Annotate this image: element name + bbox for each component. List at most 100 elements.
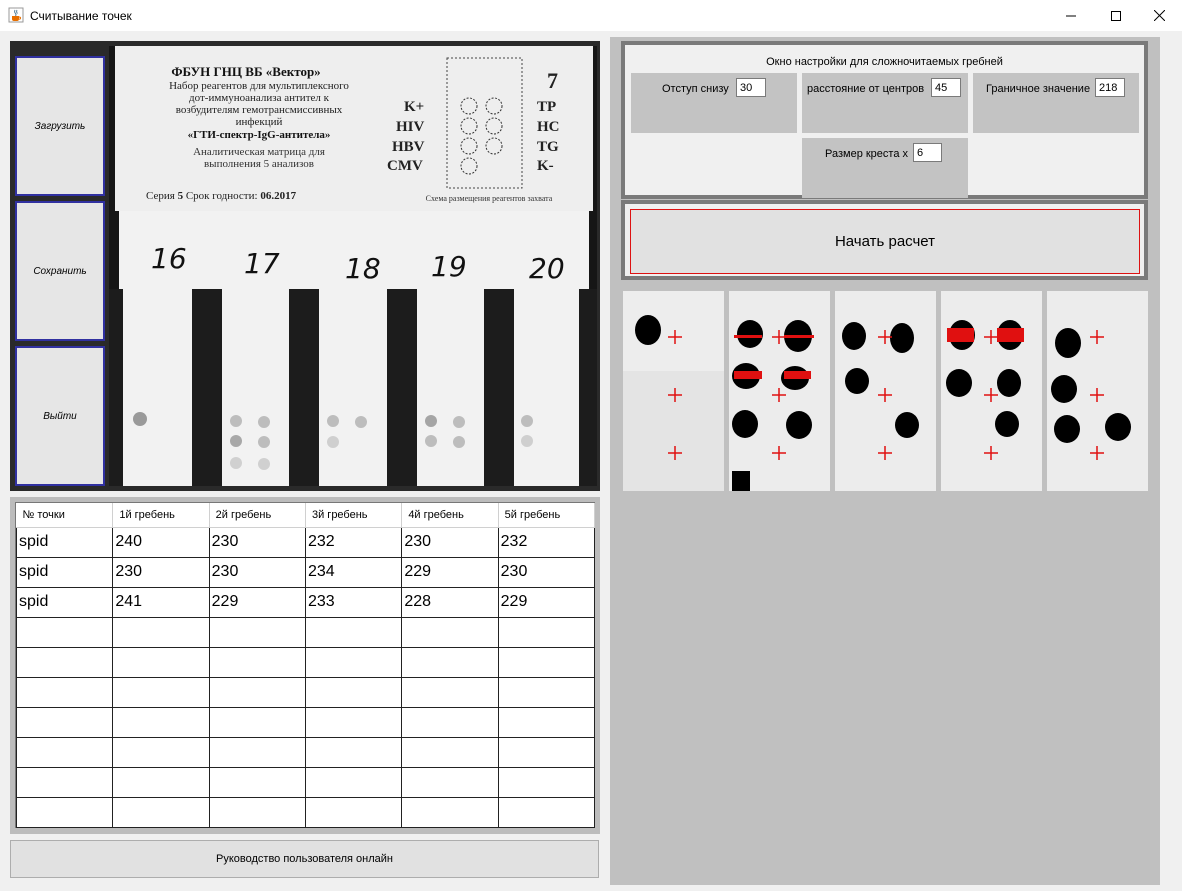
column-header[interactable]: 2й гребень bbox=[209, 503, 306, 528]
table-cell[interactable]: 241 bbox=[112, 586, 210, 618]
table-cell[interactable] bbox=[497, 676, 596, 708]
table-cell[interactable] bbox=[304, 706, 403, 738]
table-cell[interactable] bbox=[304, 796, 403, 828]
table-cell[interactable] bbox=[15, 766, 114, 798]
start-calculation-button[interactable]: Начать расчет bbox=[630, 209, 1140, 274]
cross-size-setting: Размер креста х bbox=[802, 138, 968, 198]
table-cell[interactable] bbox=[112, 706, 210, 738]
svg-text:Набор реагентов для мультиплек: Набор реагентов для мультиплексного bbox=[169, 80, 349, 92]
column-header[interactable]: № точки bbox=[16, 503, 114, 528]
table-row[interactable] bbox=[15, 706, 596, 738]
table-cell[interactable]: 228 bbox=[401, 586, 499, 618]
image-panel: Загрузить Сохранить Выйти ФБУН ГНЦ ВБ «В… bbox=[10, 41, 600, 491]
load-button[interactable]: Загрузить bbox=[15, 56, 105, 196]
start-frame: Начать расчет bbox=[621, 200, 1148, 280]
table-row[interactable]: spid 241 229 233 228 229 bbox=[15, 586, 596, 618]
close-button[interactable] bbox=[1136, 0, 1182, 31]
table-cell[interactable]: spid bbox=[15, 556, 114, 588]
table-cell[interactable] bbox=[112, 616, 210, 648]
table-cell[interactable]: 230 bbox=[208, 526, 306, 558]
table-cell[interactable] bbox=[304, 766, 403, 798]
table-cell[interactable] bbox=[401, 616, 499, 648]
table-cell[interactable] bbox=[15, 676, 114, 708]
table-cell[interactable] bbox=[208, 616, 306, 648]
table-cell[interactable] bbox=[497, 766, 596, 798]
table-cell[interactable] bbox=[497, 736, 596, 768]
save-button[interactable]: Сохранить bbox=[15, 201, 105, 341]
left-marker: K+ bbox=[404, 99, 424, 115]
table-cell[interactable] bbox=[401, 796, 499, 828]
table-cell[interactable]: 230 bbox=[112, 556, 210, 588]
table-cell[interactable]: 230 bbox=[208, 556, 306, 588]
table-cell[interactable]: 230 bbox=[401, 526, 499, 558]
table-cell[interactable] bbox=[15, 646, 114, 678]
table-cell[interactable]: 233 bbox=[304, 586, 403, 618]
svg-text:Серия 5 Срок годности: 06.2017: Серия 5 Срок годности: 06.2017 bbox=[146, 190, 297, 202]
table-cell[interactable] bbox=[497, 646, 596, 678]
table-cell[interactable]: 229 bbox=[208, 586, 306, 618]
table-row[interactable]: spid 240 230 232 230 232 bbox=[15, 526, 596, 558]
distance-input[interactable] bbox=[931, 78, 961, 97]
table-cell[interactable] bbox=[112, 736, 210, 768]
table-cell[interactable] bbox=[208, 766, 306, 798]
table-cell[interactable] bbox=[208, 736, 306, 768]
threshold-input[interactable] bbox=[1095, 78, 1125, 97]
table-cell[interactable] bbox=[208, 646, 306, 678]
table-cell[interactable]: 232 bbox=[497, 526, 596, 558]
table-cell[interactable]: 232 bbox=[304, 526, 403, 558]
table-cell[interactable] bbox=[15, 706, 114, 738]
table-row[interactable] bbox=[15, 766, 596, 798]
table-row[interactable] bbox=[15, 796, 596, 828]
comb-preview-4 bbox=[941, 291, 1042, 491]
table-cell[interactable] bbox=[208, 796, 306, 828]
column-header[interactable]: 3й гребень bbox=[305, 503, 403, 528]
table-cell[interactable] bbox=[304, 616, 403, 648]
table-cell[interactable] bbox=[401, 706, 499, 738]
table-cell[interactable]: 240 bbox=[112, 526, 210, 558]
svg-text:CMV: CMV bbox=[387, 158, 423, 174]
online-manual-button[interactable]: Руководство пользователя онлайн bbox=[10, 840, 599, 878]
table-cell[interactable]: spid bbox=[15, 586, 114, 618]
svg-text:возбудителям гемотрансмиссивны: возбудителям гемотрансмиссивных bbox=[176, 104, 343, 116]
table-cell[interactable]: 229 bbox=[497, 586, 596, 618]
table-cell[interactable] bbox=[15, 616, 114, 648]
table-cell[interactable]: spid bbox=[15, 526, 114, 558]
table-cell[interactable] bbox=[304, 676, 403, 708]
column-header[interactable]: 4й гребень bbox=[401, 503, 499, 528]
table-cell[interactable]: 230 bbox=[497, 556, 596, 588]
table-cell[interactable] bbox=[304, 736, 403, 768]
table-cell[interactable] bbox=[304, 646, 403, 678]
table-cell[interactable] bbox=[401, 766, 499, 798]
table-cell[interactable] bbox=[497, 706, 596, 738]
cross-size-input[interactable] bbox=[913, 143, 942, 162]
table-row[interactable]: spid 230 230 234 229 230 bbox=[15, 556, 596, 588]
table-row[interactable] bbox=[15, 736, 596, 768]
table-cell[interactable] bbox=[112, 796, 210, 828]
table-cell[interactable]: 234 bbox=[304, 556, 403, 588]
table-cell[interactable] bbox=[497, 796, 596, 828]
column-header[interactable]: 5й гребень bbox=[498, 503, 596, 528]
table-cell[interactable] bbox=[401, 736, 499, 768]
table-cell[interactable] bbox=[112, 646, 210, 678]
exit-button[interactable]: Выйти bbox=[15, 346, 105, 486]
table-cell[interactable] bbox=[401, 676, 499, 708]
table-cell[interactable] bbox=[15, 796, 114, 828]
offset-setting: Отступ снизу bbox=[631, 73, 797, 133]
table-cell[interactable] bbox=[112, 676, 210, 708]
table-cell[interactable] bbox=[208, 676, 306, 708]
offset-input[interactable] bbox=[736, 78, 766, 97]
table-cell[interactable] bbox=[497, 616, 596, 648]
table-row[interactable] bbox=[15, 646, 596, 678]
table-cell[interactable] bbox=[15, 736, 114, 768]
table-cell[interactable] bbox=[208, 706, 306, 738]
svg-text:18: 18 bbox=[345, 252, 381, 285]
table-cell[interactable] bbox=[112, 766, 210, 798]
table-row[interactable] bbox=[15, 616, 596, 648]
comb-preview-5 bbox=[1047, 291, 1148, 491]
column-header[interactable]: 1й гребень bbox=[112, 503, 210, 528]
table-cell[interactable] bbox=[401, 646, 499, 678]
table-row[interactable] bbox=[15, 676, 596, 708]
maximize-button[interactable] bbox=[1093, 0, 1139, 31]
minimize-button[interactable] bbox=[1048, 0, 1094, 31]
table-cell[interactable]: 229 bbox=[401, 556, 499, 588]
